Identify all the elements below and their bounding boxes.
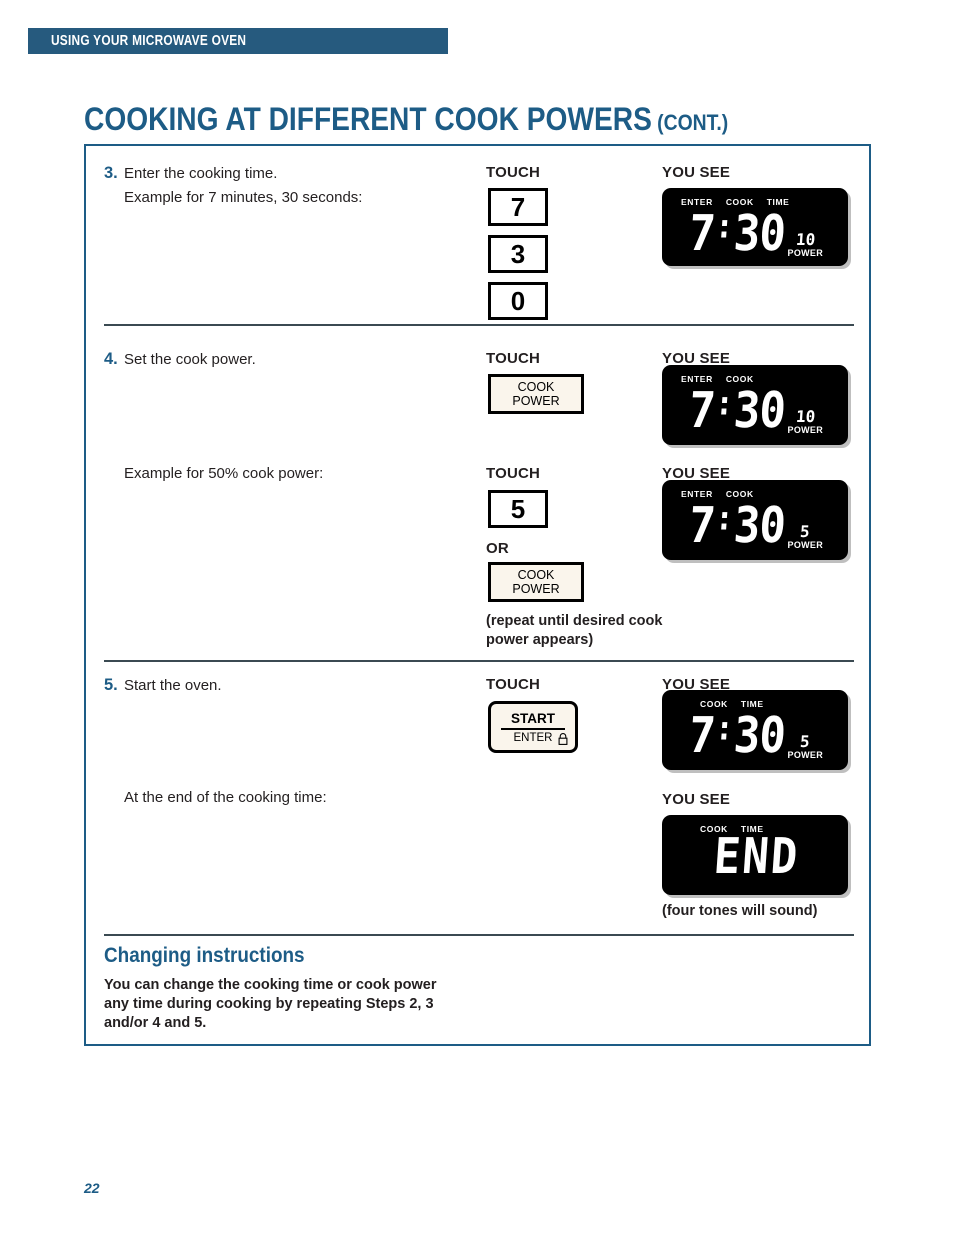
step-3-you-see-heading: YOU SEE [662, 164, 731, 181]
cook-power-button-2[interactable]: COOK POWER [488, 562, 584, 602]
step-4-divider [104, 660, 854, 662]
step-4b-touch-heading: TOUCH [486, 465, 541, 482]
display-step-5b: COOK TIME END [662, 815, 848, 895]
display-seconds: 30 [731, 205, 787, 263]
step-5-text: Start the oven. [124, 677, 222, 694]
display-power-value: 5 [799, 522, 811, 541]
display-step-5a-readout: 7 : 30 5 POWER [662, 707, 848, 765]
display-power-label: POWER [787, 248, 824, 258]
display-seconds: 30 [731, 707, 787, 765]
cook-power-line2: POWER [512, 394, 560, 408]
step-5b-you-see-heading: YOU SEE [662, 791, 731, 808]
display-step-5a: COOK TIME 7 : 30 5 POWER [662, 690, 848, 770]
cook-power-button-2-label: COOK POWER [512, 568, 559, 596]
display-end-text: END [712, 828, 802, 886]
display-power-label: POWER [787, 750, 824, 760]
cook-power-button-1-label: COOK POWER [512, 380, 559, 408]
changing-instructions-heading: Changing instructions [104, 944, 305, 967]
step-4-number: 4. [104, 350, 118, 368]
display-power-label: POWER [787, 425, 824, 435]
changing-body-line-2: any time during cooking by repeating Ste… [104, 996, 434, 1012]
key-3-label: 3 [510, 238, 526, 269]
display-power-group: 5 POWER [787, 522, 824, 552]
step-3-divider [104, 324, 854, 326]
display-step-4a: ENTER COOK 7 : 30 10 POWER [662, 365, 848, 445]
changing-body-line-3: and/or 4 and 5. [104, 1015, 207, 1031]
display-step-3: ENTER COOK TIME 7 : 30 10 POWER [662, 188, 848, 266]
display-power-label: POWER [787, 540, 824, 550]
step-5-number: 5. [104, 676, 118, 694]
display-power-value: 5 [799, 732, 811, 751]
running-head-banner: USING YOUR MICROWAVE OVEN [28, 28, 448, 54]
display-power-group: 10 POWER [787, 407, 824, 437]
step-4-subtext: Example for 50% cook power: [124, 465, 324, 482]
step-3-number: 3. [104, 164, 118, 182]
or-label: OR [486, 540, 509, 557]
key-3[interactable]: 3 [488, 235, 548, 273]
display-seconds: 30 [731, 497, 787, 555]
step-5-divider [104, 934, 854, 936]
start-enter-button[interactable]: START ENTER [488, 701, 578, 753]
key-5-label: 5 [510, 493, 526, 524]
key-0-label: 0 [510, 285, 526, 316]
instructions-panel: 3. Enter the cooking time. Example for 7… [84, 144, 871, 1046]
page-number: 22 [84, 1180, 100, 1196]
display-power-value: 10 [794, 407, 816, 426]
cook-power-line2: POWER [512, 582, 560, 596]
display-power-value: 10 [794, 230, 816, 249]
cook-power-button-1[interactable]: COOK POWER [488, 374, 584, 414]
step-3-text: Enter the cooking time. [124, 165, 278, 182]
repeat-note: (repeat until desired cook power appears… [486, 613, 663, 648]
display-step-4a-readout: 7 : 30 10 POWER [662, 382, 848, 440]
step-4-text: Set the cook power. [124, 351, 256, 368]
page-title-cont: (CONT.) [657, 110, 729, 135]
changing-instructions-body: You can change the cooking time or cook … [104, 976, 524, 1033]
step-3-subtext: Example for 7 minutes, 30 seconds: [124, 189, 363, 206]
display-step-3-readout: 7 : 30 10 POWER [662, 205, 848, 263]
page-title: COOKING AT DIFFERENT COOK POWERS (CONT.) [84, 101, 728, 138]
running-head-text: USING YOUR MICROWAVE OVEN [50, 33, 247, 49]
display-seconds: 30 [731, 382, 787, 440]
display-power-group: 10 POWER [787, 230, 824, 260]
page-title-main: COOKING AT DIFFERENT COOK POWERS [84, 101, 652, 137]
display-step-5b-readout: END [662, 828, 848, 885]
step-5-touch-heading: TOUCH [486, 676, 541, 693]
key-7[interactable]: 7 [488, 188, 548, 226]
key-0[interactable]: 0 [488, 282, 548, 320]
cook-power-line1: COOK [517, 380, 555, 394]
step-3-touch-heading: TOUCH [486, 164, 541, 181]
display-step-4b-readout: 7 : 30 5 POWER [662, 497, 848, 555]
step-5-subtext: At the end of the cooking time: [124, 789, 327, 806]
display-power-group: 5 POWER [787, 732, 824, 762]
cook-power-line1: COOK [517, 568, 555, 582]
tones-note: (four tones will sound) [662, 903, 818, 919]
enter-label: ENTER [513, 732, 553, 744]
display-step-4b: ENTER COOK 7 : 30 5 POWER [662, 480, 848, 560]
lock-icon [558, 733, 568, 745]
start-label: START [501, 711, 565, 730]
step-4-touch-heading: TOUCH [486, 350, 541, 367]
changing-body-line-1: You can change the cooking time or cook … [104, 977, 437, 993]
key-5[interactable]: 5 [488, 490, 548, 528]
key-7-label: 7 [510, 191, 526, 222]
